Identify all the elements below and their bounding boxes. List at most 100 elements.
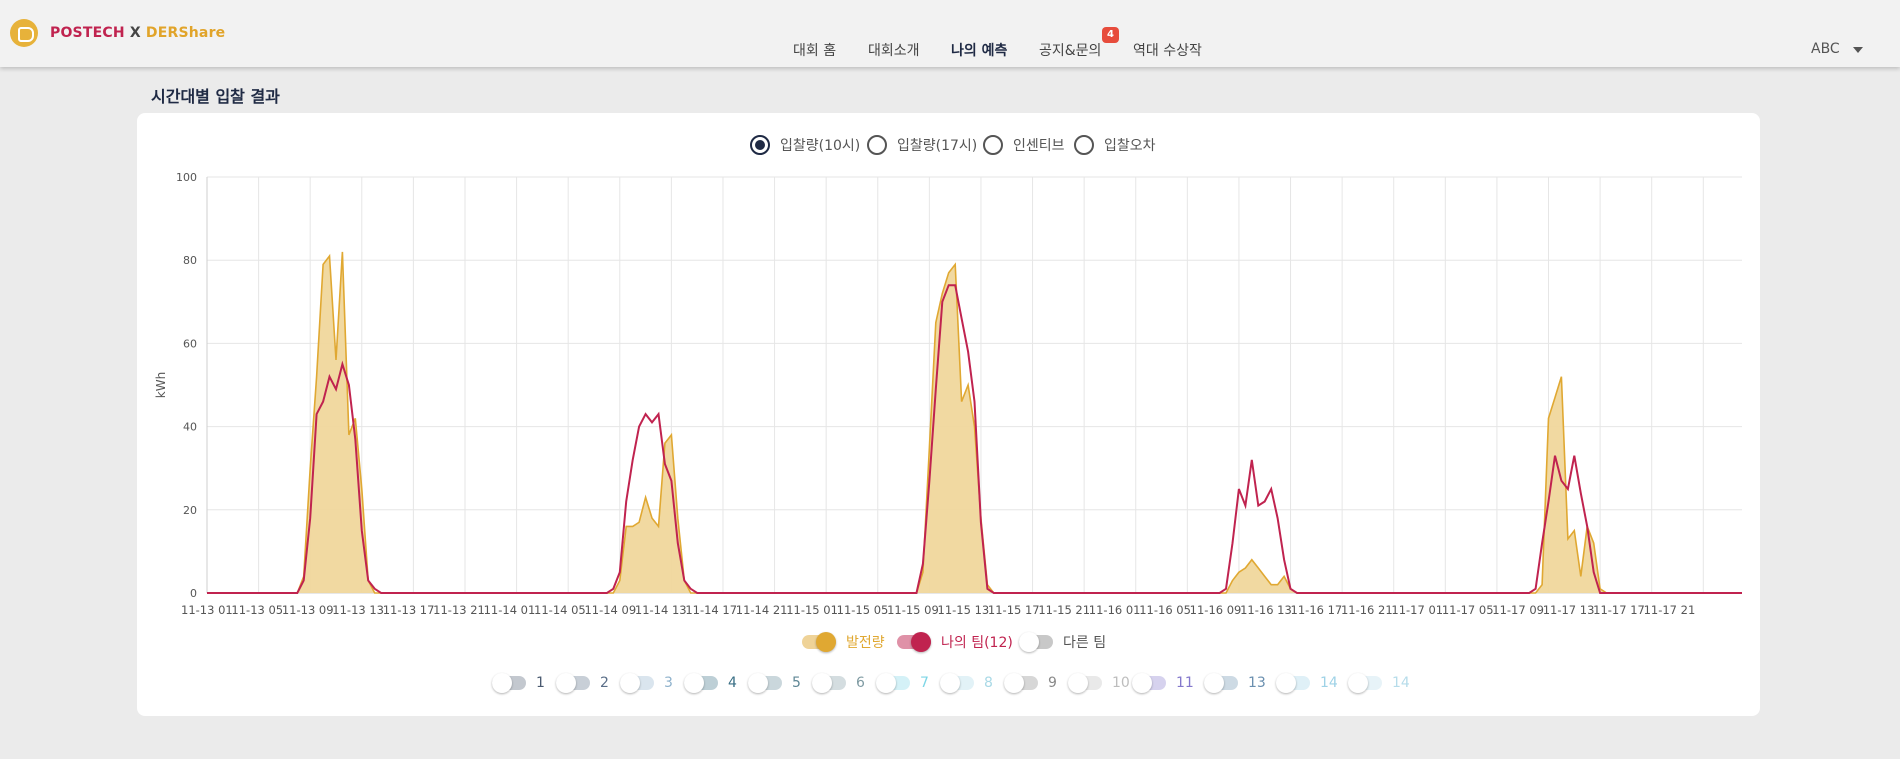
- menu-item-my-prediction[interactable]: 나의 예측: [951, 40, 1007, 60]
- legend-other-teams-label: 다른 팀: [1063, 635, 1107, 651]
- switch-knob: [812, 673, 832, 693]
- y-tick-label: 20: [183, 504, 197, 517]
- x-tick-label: 11-17 05: [1442, 603, 1494, 617]
- x-tick-label: 11-13 09: [282, 603, 334, 617]
- team-switch[interactable]: [684, 673, 718, 693]
- team-toggle-11[interactable]: 11: [1132, 673, 1194, 693]
- legend-other-teams-toggle[interactable]: 다른 팀: [1019, 632, 1106, 652]
- x-tick-label: 11-17 13: [1543, 603, 1595, 617]
- switch-knob: [1348, 673, 1368, 693]
- x-tick-label: 11-14 05: [534, 603, 586, 617]
- team-switch[interactable]: [1276, 673, 1310, 693]
- logo-text-x: X: [129, 25, 141, 41]
- team-switch[interactable]: [812, 673, 846, 693]
- user-menu[interactable]: ABC: [1811, 41, 1840, 57]
- radio-bid-error[interactable]: 입찰오차: [1074, 135, 1156, 155]
- chevron-down-icon[interactable]: [1853, 47, 1863, 53]
- team-switch[interactable]: [748, 673, 782, 693]
- switch-knob: [911, 632, 931, 652]
- notice-count-badge: 4: [1102, 27, 1119, 43]
- x-tick-label: 11-16 13: [1240, 603, 1292, 617]
- x-tick-label: 11-17 17: [1593, 603, 1645, 617]
- x-tick-label: 11-15 01: [786, 603, 838, 617]
- radio-button[interactable]: [1074, 135, 1094, 155]
- logo-text-postech: POSTECH: [50, 25, 125, 41]
- radio-bid-17[interactable]: 입찰량(17시): [867, 135, 977, 155]
- switch-knob: [556, 673, 576, 693]
- switch-knob: [620, 673, 640, 693]
- team-switch[interactable]: [1348, 673, 1382, 693]
- logo-text-dershare: DERShare: [145, 25, 226, 41]
- radio-bid-10[interactable]: 입찰량(10시): [750, 135, 860, 155]
- y-tick-label: 100: [176, 171, 197, 184]
- team-toggle-14[interactable]: 14: [1276, 673, 1338, 693]
- team-switch[interactable]: [1068, 673, 1102, 693]
- y-tick-label: 80: [183, 254, 197, 267]
- menu-item-home[interactable]: 대회 홈: [793, 40, 836, 60]
- team-toggle-10[interactable]: 10: [1068, 673, 1130, 693]
- team-toggle-label: 14: [1320, 675, 1338, 691]
- x-tick-label: 11-14 17: [685, 603, 737, 617]
- legend-my-team-toggle[interactable]: 나의 팀(12): [897, 632, 1013, 652]
- team-toggle-4[interactable]: 4: [684, 673, 737, 693]
- switch-knob: [1276, 673, 1296, 693]
- team-switch[interactable]: [556, 673, 590, 693]
- radio-incentive[interactable]: 인센티브: [983, 135, 1065, 155]
- team-switch[interactable]: [620, 673, 654, 693]
- x-tick-label: 11-17 09: [1492, 603, 1544, 617]
- switch-knob: [748, 673, 768, 693]
- x-tick-label: 11-15 21: [1038, 603, 1090, 617]
- y-tick-label: 60: [183, 337, 197, 350]
- team-toggle-8[interactable]: 8: [940, 673, 993, 693]
- team-toggle-label: 9: [1048, 675, 1057, 691]
- switch-knob: [1004, 673, 1024, 693]
- switch-knob: [684, 673, 704, 693]
- menu-item-notice[interactable]: 공지&문의: [1039, 40, 1101, 60]
- x-tick-label: 11-14 13: [635, 603, 687, 617]
- y-axis-label: kWh: [154, 372, 168, 398]
- radio-button[interactable]: [867, 135, 887, 155]
- menu-item-about[interactable]: 대회소개: [868, 40, 920, 60]
- y-tick-label: 0: [190, 587, 197, 600]
- switch-knob: [940, 673, 960, 693]
- team-toggle-9[interactable]: 9: [1004, 673, 1057, 693]
- radio-button[interactable]: [983, 135, 1003, 155]
- switch-knob: [1204, 673, 1224, 693]
- x-tick-label: 11-16 05: [1139, 603, 1191, 617]
- team-toggle-1[interactable]: 1: [492, 673, 545, 693]
- team-toggle-label: 4: [728, 675, 737, 691]
- my-team-switch[interactable]: [897, 632, 931, 652]
- team-toggle-7[interactable]: 7: [876, 673, 929, 693]
- switch-knob: [492, 673, 512, 693]
- team-toggle-14[interactable]: 14: [1348, 673, 1410, 693]
- generation-switch[interactable]: [802, 632, 836, 652]
- legend-my-team-label: 나의 팀(12): [941, 635, 1013, 651]
- x-tick-label: 11-15 13: [938, 603, 990, 617]
- top-navbar: POSTECH X DERShare 대회 홈 대회소개 나의 예측 공지&문의…: [0, 0, 1900, 67]
- team-switch[interactable]: [940, 673, 974, 693]
- team-switch[interactable]: [492, 673, 526, 693]
- x-tick-label: 11-16 21: [1341, 603, 1393, 617]
- team-toggle-13[interactable]: 13: [1204, 673, 1266, 693]
- team-toggle-2[interactable]: 2: [556, 673, 609, 693]
- team-switch[interactable]: [876, 673, 910, 693]
- team-toggle-label: 1: [536, 675, 545, 691]
- team-switch[interactable]: [1132, 673, 1166, 693]
- radio-button[interactable]: [750, 135, 770, 155]
- x-tick-label: 11-14 21: [736, 603, 788, 617]
- team-toggle-label: 7: [920, 675, 929, 691]
- switch-knob: [1132, 673, 1152, 693]
- radio-label: 입찰오차: [1104, 138, 1156, 154]
- team-switch[interactable]: [1004, 673, 1038, 693]
- menu-item-past-winners[interactable]: 역대 수상작: [1133, 40, 1202, 60]
- switch-knob: [876, 673, 896, 693]
- team-toggle-3[interactable]: 3: [620, 673, 673, 693]
- team-toggle-6[interactable]: 6: [812, 673, 865, 693]
- other-teams-switch[interactable]: [1019, 632, 1053, 652]
- team-switch[interactable]: [1204, 673, 1238, 693]
- legend-generation-toggle[interactable]: 발전량: [802, 632, 885, 652]
- radio-label: 입찰량(10시): [780, 138, 861, 154]
- team-toggle-5[interactable]: 5: [748, 673, 801, 693]
- logo-text: POSTECH X DERShare: [50, 25, 225, 41]
- x-tick-label: 11-17 01: [1391, 603, 1443, 617]
